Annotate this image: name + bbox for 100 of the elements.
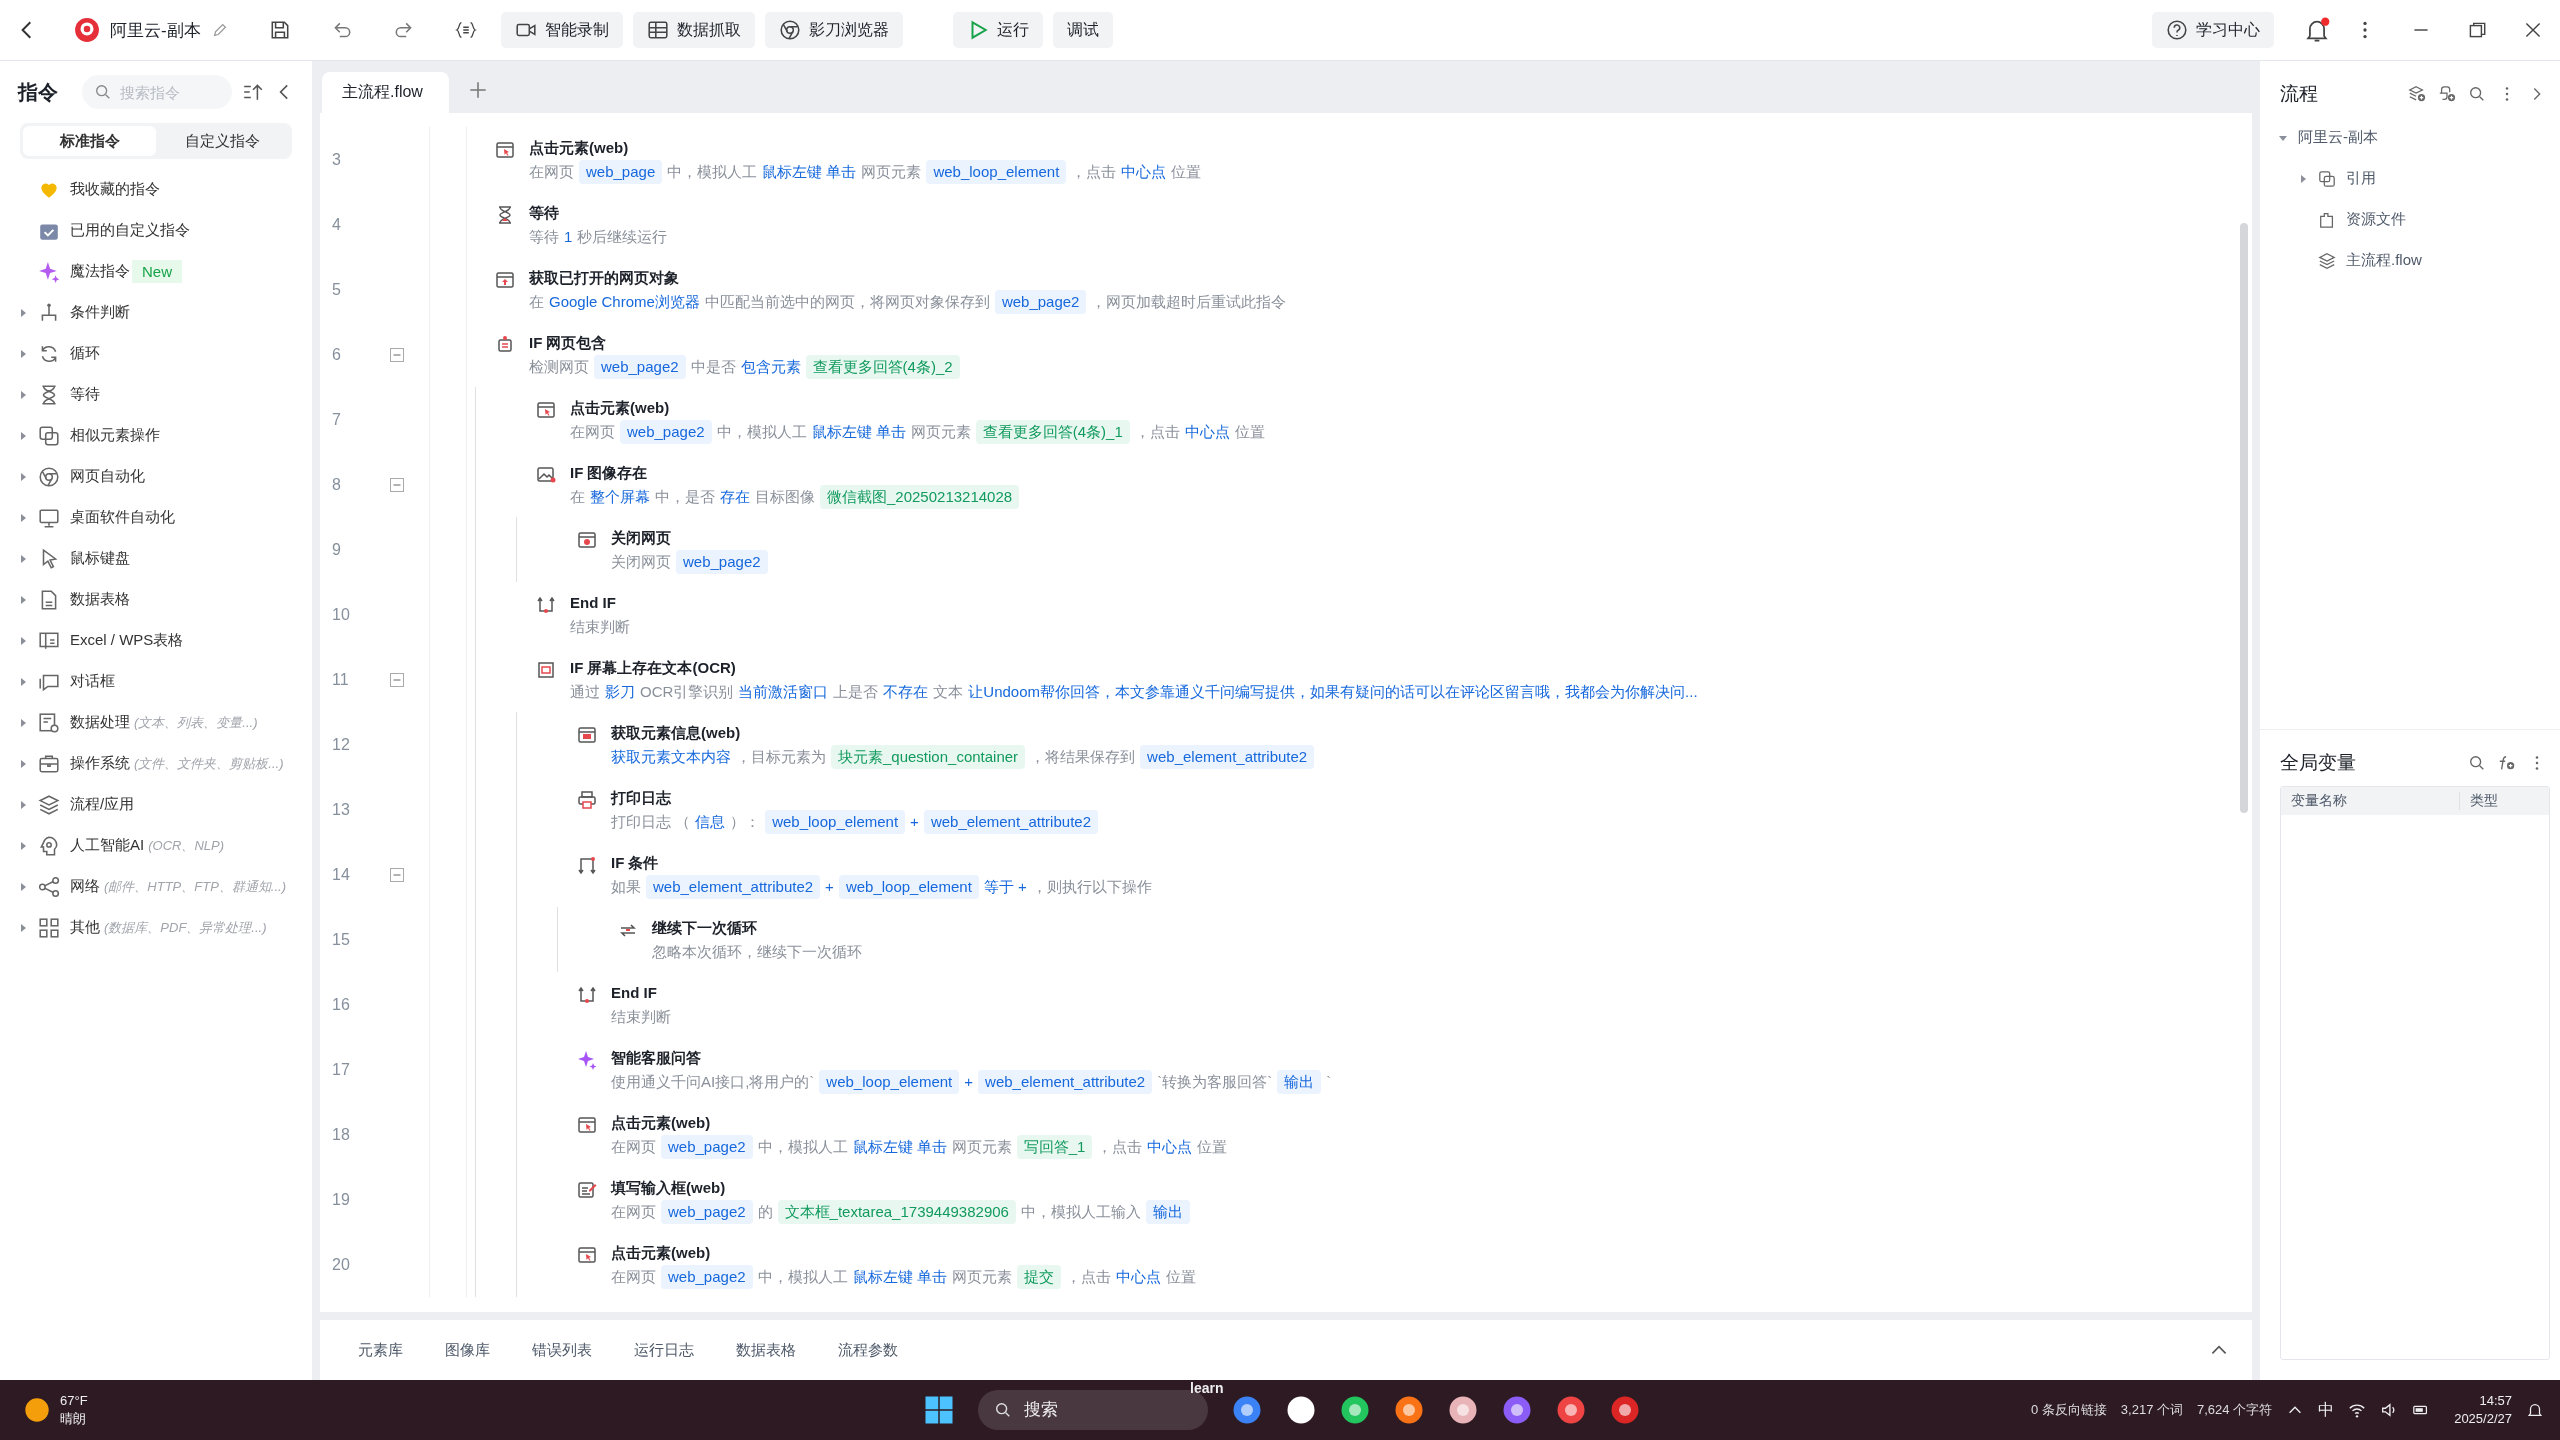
- search-icon[interactable]: [2468, 754, 2486, 772]
- column-header[interactable]: 变量名称: [2281, 792, 2460, 810]
- command-category[interactable]: 魔法指令: [70, 262, 130, 281]
- bottom-tab[interactable]: 运行日志: [634, 1340, 694, 1360]
- toolbar-button[interactable]: 影刀浏览器: [764, 12, 903, 48]
- expand-arrow-icon[interactable]: [18, 676, 28, 687]
- variable-chip[interactable]: web_page2: [661, 1200, 753, 1224]
- variable-chip[interactable]: web_page2: [620, 420, 712, 444]
- command-category[interactable]: 数据表格: [70, 590, 130, 609]
- debug-button[interactable]: 调试: [1052, 12, 1113, 48]
- app-icon[interactable]: [1448, 1395, 1478, 1425]
- tree-item[interactable]: 引用: [2346, 169, 2376, 188]
- tree-item[interactable]: 阿里云-副本: [2298, 128, 2378, 147]
- step-title[interactable]: 点击元素(web): [529, 137, 1207, 159]
- notification-icon[interactable]: [2526, 1401, 2544, 1419]
- expand-arrow-icon[interactable]: [18, 635, 28, 646]
- clock-time[interactable]: 14:57: [2479, 1392, 2512, 1410]
- command-category[interactable]: 循环: [70, 344, 100, 363]
- parameter-link[interactable]: 存在: [720, 485, 750, 509]
- app-icon[interactable]: [1340, 1395, 1370, 1425]
- parameter-link[interactable]: +: [825, 875, 834, 899]
- run-button[interactable]: 运行: [952, 12, 1043, 48]
- collapse-toggle-icon[interactable]: [390, 672, 404, 687]
- command-category[interactable]: 流程/应用: [70, 795, 135, 814]
- step-title[interactable]: 关闭网页: [611, 527, 773, 549]
- variable-chip[interactable]: web_page: [579, 160, 663, 184]
- variable-chip[interactable]: web_loop_element: [819, 1070, 960, 1094]
- variable-chip[interactable]: web_page2: [661, 1265, 753, 1289]
- variable-chip[interactable]: web_loop_element: [926, 160, 1067, 184]
- step-title[interactable]: 点击元素(web): [611, 1112, 1233, 1134]
- variable-chip[interactable]: web_element_attribute2: [978, 1070, 1153, 1094]
- expand-arrow-icon[interactable]: [18, 717, 28, 728]
- command-category[interactable]: 等待: [70, 385, 100, 404]
- variable-chip[interactable]: web_loop_element: [838, 875, 979, 899]
- file-tab[interactable]: 主流程.flow: [322, 72, 449, 113]
- expand-arrow-icon[interactable]: [18, 471, 28, 482]
- start-icon[interactable]: [924, 1395, 954, 1425]
- input-method[interactable]: 中: [2318, 1399, 2335, 1421]
- column-header[interactable]: 类型: [2460, 792, 2498, 810]
- step-title[interactable]: IF 条件: [611, 852, 1157, 874]
- variable-chip[interactable]: web_element_attribute2: [1140, 745, 1315, 769]
- search-field[interactable]: 搜索指令: [82, 75, 232, 109]
- step-title[interactable]: End IF: [570, 592, 635, 614]
- expand-arrow-icon[interactable]: [18, 553, 28, 564]
- braces-icon[interactable]: [454, 19, 477, 41]
- parameter-link[interactable]: +: [964, 1070, 974, 1094]
- bottom-tab[interactable]: 错误列表: [532, 1340, 592, 1360]
- expand-arrow-icon[interactable]: [18, 922, 28, 933]
- command-category[interactable]: 我收藏的指令: [70, 180, 160, 199]
- bottom-tab[interactable]: 流程参数: [838, 1340, 898, 1360]
- parameter-link[interactable]: 中心点: [1184, 420, 1230, 444]
- clock-date[interactable]: 2025/2/27: [2454, 1410, 2512, 1428]
- variable-chip[interactable]: 输出: [1145, 1200, 1190, 1224]
- parameter-link[interactable]: 1: [564, 225, 573, 249]
- step-title[interactable]: IF 屏幕上存在文本(OCR): [570, 657, 1703, 679]
- command-category[interactable]: 数据处理: [70, 713, 130, 732]
- step-title[interactable]: IF 网页包含: [529, 332, 965, 354]
- toolbar-button[interactable]: 智能录制: [500, 12, 623, 48]
- app-icon[interactable]: [1556, 1395, 1586, 1425]
- variable-chip[interactable]: web_element_attribute2: [923, 810, 1098, 834]
- expand-arrow-icon[interactable]: [18, 840, 28, 851]
- variable-chip[interactable]: web_page2: [994, 290, 1087, 314]
- step-title[interactable]: End IF: [611, 982, 676, 1004]
- expand-arrow-icon[interactable]: [18, 348, 28, 359]
- bottom-tab[interactable]: 数据表格: [736, 1340, 796, 1360]
- search-icon[interactable]: [2468, 85, 2486, 103]
- parameter-link[interactable]: +: [910, 810, 919, 834]
- learning-center-button[interactable]: 学习中心: [2152, 12, 2274, 48]
- variable-chip[interactable]: web_loop_element: [765, 810, 906, 834]
- step-title[interactable]: 点击元素(web): [570, 397, 1270, 419]
- tab[interactable]: 自定义指令: [156, 126, 289, 156]
- parameter-link[interactable]: Google Chrome浏览器: [549, 290, 700, 314]
- parameter-link[interactable]: 中心点: [1147, 1135, 1193, 1159]
- parameter-link[interactable]: 当前激活窗口: [738, 680, 829, 704]
- app-icon[interactable]: [1610, 1395, 1640, 1425]
- step-title[interactable]: 等待: [529, 202, 673, 224]
- sort-icon[interactable]: [242, 81, 264, 103]
- step-title[interactable]: 继续下一次循环: [652, 917, 867, 939]
- bottom-tab[interactable]: 元素库: [358, 1340, 403, 1360]
- scrollbar[interactable]: [2240, 223, 2248, 813]
- expand-arrow-icon[interactable]: [18, 430, 28, 441]
- collapse-toggle-icon[interactable]: [390, 477, 404, 492]
- expand-arrow-icon[interactable]: [18, 512, 28, 523]
- command-category[interactable]: 人工智能AI: [70, 836, 145, 855]
- wifi-icon[interactable]: [2348, 1401, 2367, 1419]
- parameter-link[interactable]: 整个屏幕: [590, 485, 650, 509]
- expand-arrow-icon[interactable]: [18, 389, 28, 400]
- expand-arrow-icon[interactable]: [18, 594, 28, 605]
- command-category[interactable]: 其他: [70, 918, 100, 937]
- command-category[interactable]: 网页自动化: [70, 467, 145, 486]
- parameter-link[interactable]: 鼠标左键 单击: [762, 160, 857, 184]
- step-title[interactable]: 获取元素信息(web): [611, 722, 1320, 744]
- app-icon[interactable]: [1394, 1395, 1424, 1425]
- sun-icon[interactable]: [24, 1397, 50, 1423]
- tree-item[interactable]: 资源文件: [2346, 210, 2406, 229]
- command-category[interactable]: 网络: [70, 877, 100, 896]
- variable-chip[interactable]: web_page2: [594, 355, 686, 379]
- parameter-link[interactable]: 鼠标左键 单击: [811, 420, 906, 444]
- toolbar-button[interactable]: 数据抓取: [632, 12, 755, 48]
- variable-chip[interactable]: web_page2: [661, 1135, 753, 1159]
